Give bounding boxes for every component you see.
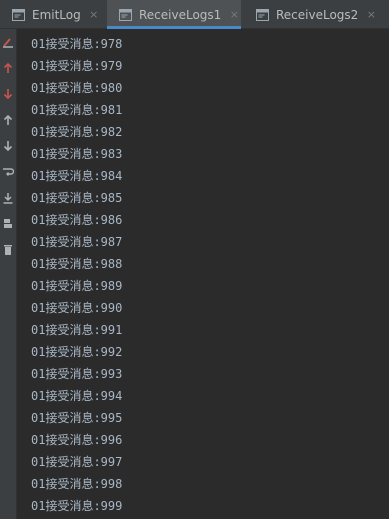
console-line: 01接受消息:982 (31, 125, 123, 139)
run-tab-bar: EmitLog × ReceiveLogs1 × ReceiveLogs2 × (0, 0, 389, 29)
scroll-down-red-icon[interactable] (1, 87, 15, 101)
console-line: 01接受消息:985 (31, 191, 123, 205)
console-line: 01接受消息:989 (31, 279, 123, 293)
console-icon (256, 8, 269, 21)
close-icon[interactable]: × (89, 8, 99, 21)
tab-label: ReceiveLogs1 (139, 7, 222, 22)
tab-label: EmitLog (32, 7, 81, 22)
up-arrow-icon[interactable] (1, 113, 15, 127)
console-line: 01接受消息:992 (31, 345, 123, 359)
clear-icon[interactable] (1, 243, 15, 257)
console-line: 01接受消息:998 (31, 477, 123, 491)
console-line: 01接受消息:980 (31, 81, 123, 95)
console-line: 01接受消息:999 (31, 499, 123, 513)
close-icon[interactable]: × (229, 8, 239, 21)
console-line: 01接受消息:993 (31, 367, 123, 381)
console-line: 01接受消息:981 (31, 103, 123, 117)
console-toolbar (0, 29, 17, 519)
close-icon[interactable]: × (366, 8, 376, 21)
scroll-to-end-icon[interactable] (1, 191, 15, 205)
console-line: 01接受消息:978 (31, 37, 123, 51)
console-line: 01接受消息:988 (31, 257, 123, 271)
tab-receivelogs1[interactable]: ReceiveLogs1 × (107, 0, 241, 29)
console-line: 01接受消息:991 (31, 323, 123, 337)
console-icon (119, 8, 132, 21)
console-line: 01接受消息:987 (31, 235, 123, 249)
console-line: 01接受消息:996 (31, 433, 123, 447)
tab-label: ReceiveLogs2 (276, 7, 359, 22)
tab-emitlog[interactable]: EmitLog × (0, 0, 103, 29)
console-line: 01接受消息:979 (31, 59, 123, 73)
console-line: 01接受消息:986 (31, 213, 123, 227)
console-line: 01接受消息:983 (31, 147, 123, 161)
console-line: 01接受消息:997 (31, 455, 123, 469)
console-line: 01接受消息:994 (31, 389, 123, 403)
rerun-icon[interactable] (1, 35, 15, 49)
down-arrow-icon[interactable] (1, 139, 15, 153)
console-output[interactable]: 01接受消息:978 01接受消息:979 01接受消息:980 01接受消息:… (17, 29, 389, 519)
scroll-up-red-icon[interactable] (1, 61, 15, 75)
console-line: 01接受消息:984 (31, 169, 123, 183)
tab-receivelogs2[interactable]: ReceiveLogs2 × (244, 0, 384, 29)
console-icon (12, 8, 25, 21)
console-line: 01接受消息:990 (31, 301, 123, 315)
print-icon[interactable] (1, 217, 15, 231)
soft-wrap-icon[interactable] (1, 165, 15, 179)
console-line: 01接受消息:995 (31, 411, 123, 425)
